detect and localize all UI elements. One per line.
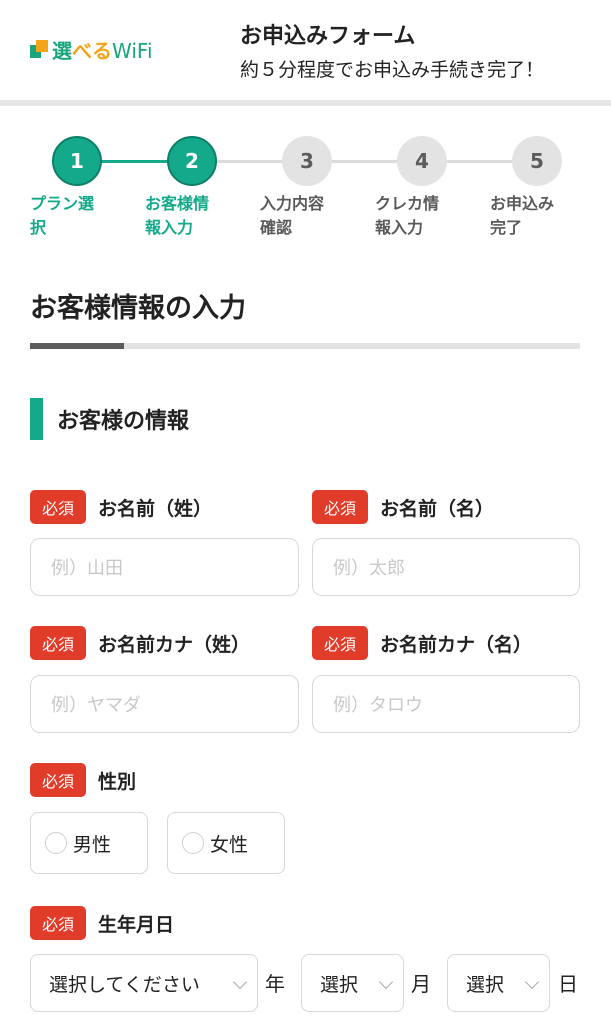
radio-circle-icon[interactable]	[45, 832, 67, 854]
step-label: お申込み 完了	[490, 194, 555, 237]
select-value: 選択してください	[49, 973, 200, 996]
header-subtitle: 約５分程度でお申込み手続き完了！	[240, 59, 545, 81]
radio-label: 女性	[210, 833, 249, 856]
day-unit: 日	[558, 972, 578, 996]
step-label: プラン選択	[30, 194, 95, 237]
field-label: お名前カナ（名）	[380, 633, 533, 656]
section-progress-fill	[30, 343, 124, 349]
logo[interactable]: 選べるWiFi	[30, 36, 153, 63]
customer-info-heading: お客様の情報	[30, 398, 189, 440]
heading-accent-bar	[30, 398, 43, 440]
header: 選べるWiFi お申込みフォーム 約５分程度でお申込み手続き完了！	[0, 0, 611, 100]
first-name-kana-label: 必須 お名前カナ（名）	[312, 626, 532, 660]
field-label: お名前（姓）	[98, 497, 213, 520]
step-1: 1 プラン選択	[30, 136, 140, 240]
section-progress-bar	[30, 343, 580, 349]
field-label: 性別	[98, 770, 137, 793]
step-label: クレカ情 報入力	[375, 194, 440, 237]
last-name-input[interactable]: 例）山田	[30, 538, 299, 596]
gender-option-female[interactable]: 女性	[167, 812, 285, 874]
step-number: 1	[52, 136, 102, 186]
month-unit: 月	[411, 972, 431, 996]
select-value: 選択	[466, 973, 505, 996]
last-name-label: 必須 お名前（姓）	[30, 490, 212, 524]
required-badge: 必須	[30, 763, 86, 797]
header-divider	[0, 100, 611, 106]
chevron-down-icon	[524, 974, 540, 990]
page-title: お客様情報の入力	[30, 293, 246, 324]
step-number: 4	[397, 136, 447, 186]
required-badge: 必須	[312, 490, 368, 524]
gender-label: 必須 性別	[30, 763, 136, 797]
year-unit: 年	[265, 972, 285, 996]
step-2: 2 お客様情 報入力	[145, 136, 255, 240]
last-name-kana-input[interactable]: 例）ヤマダ	[30, 675, 299, 733]
step-3: 3 入力内容 確認	[260, 136, 370, 240]
chevron-down-icon	[378, 974, 394, 990]
gender-option-male[interactable]: 男性	[30, 812, 148, 874]
chevron-down-icon	[232, 974, 248, 990]
heading-text: お客様の情報	[57, 409, 190, 434]
required-badge: 必須	[30, 626, 86, 660]
birth-day-select[interactable]: 選択	[447, 954, 550, 1012]
step-5: 5 お申込み 完了	[490, 136, 600, 240]
radio-label: 男性	[73, 833, 112, 856]
required-badge: 必須	[30, 490, 86, 524]
logo-text: 選べるWiFi	[52, 38, 153, 63]
logo-mark-icon	[30, 40, 48, 58]
select-value: 選択	[320, 973, 359, 996]
field-label: お名前カナ（姓）	[98, 633, 251, 656]
header-title: お申込みフォーム	[240, 24, 416, 49]
birth-month-select[interactable]: 選択	[301, 954, 404, 1012]
step-indicator: 1 プラン選択 2 お客様情 報入力 3 入力内容 確認 4 クレカ情 報入力 5 お…	[0, 136, 611, 246]
required-badge: 必須	[30, 906, 86, 940]
birth-year-select[interactable]: 選択してください	[30, 954, 258, 1012]
step-number: 5	[512, 136, 562, 186]
required-badge: 必須	[312, 626, 368, 660]
first-name-input[interactable]: 例）太郎	[312, 538, 580, 596]
first-name-label: 必須 お名前（名）	[312, 490, 494, 524]
step-number: 2	[167, 136, 217, 186]
step-number: 3	[282, 136, 332, 186]
radio-circle-icon[interactable]	[182, 832, 204, 854]
last-name-kana-label: 必須 お名前カナ（姓）	[30, 626, 250, 660]
step-label: お客様情 報入力	[145, 194, 210, 237]
birthday-label: 必須 生年月日	[30, 906, 174, 940]
field-label: お名前（名）	[380, 497, 495, 520]
step-4: 4 クレカ情 報入力	[375, 136, 485, 240]
first-name-kana-input[interactable]: 例）タロウ	[312, 675, 580, 733]
field-label: 生年月日	[98, 913, 175, 936]
step-label: 入力内容 確認	[260, 194, 325, 237]
